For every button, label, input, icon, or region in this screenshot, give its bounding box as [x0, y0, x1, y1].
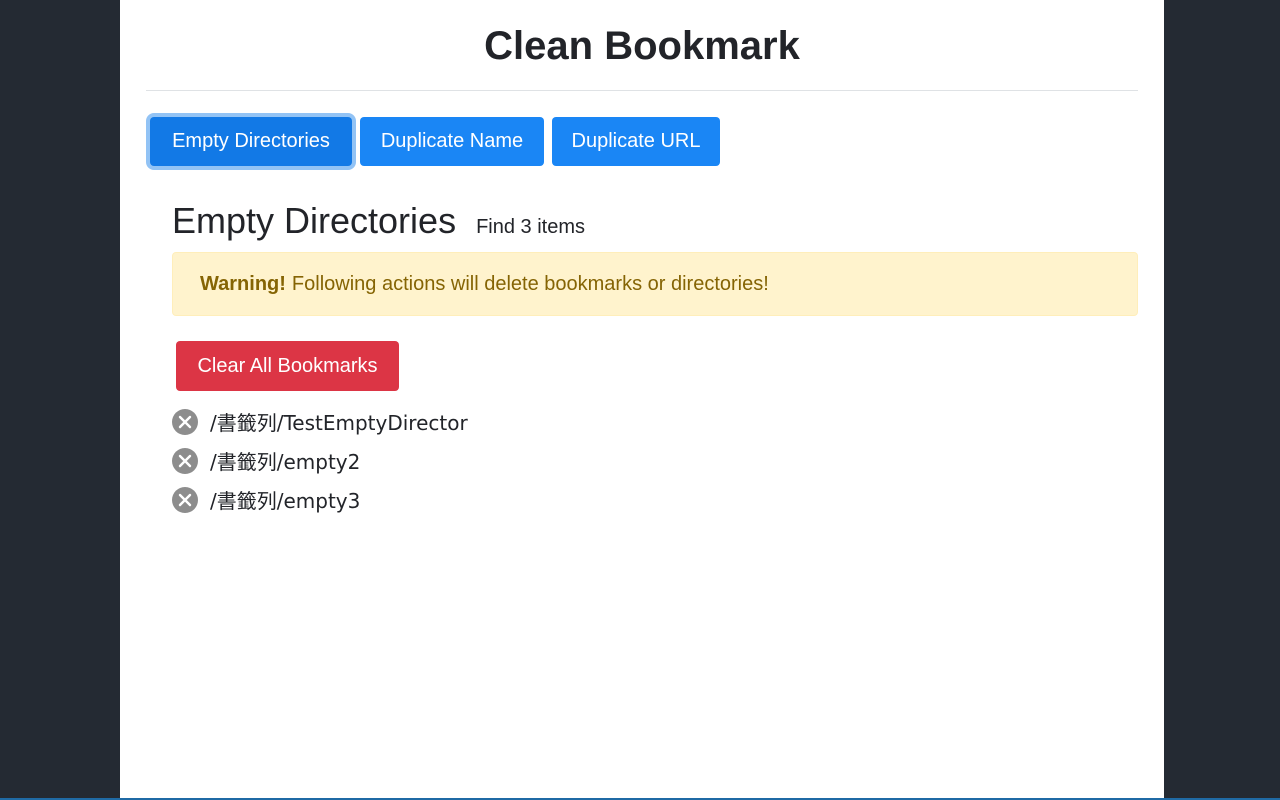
warning-alert: Warning! Following actions will delete b… [172, 252, 1138, 316]
list-item: /書籤列/empty2 [172, 441, 468, 480]
empty-directory-list: /書籤列/TestEmptyDirector /書籤列/empty2 /書籤列/… [172, 402, 468, 519]
list-item: /書籤列/empty3 [172, 480, 468, 519]
tab-duplicate-name[interactable]: Duplicate Name [360, 117, 544, 166]
item-count: Find 3 items [476, 216, 585, 238]
warning-text: Following actions will delete bookmarks … [291, 272, 769, 295]
clear-all-bookmarks-button[interactable]: Clear All Bookmarks [176, 341, 399, 391]
close-circle-icon[interactable] [172, 408, 198, 435]
list-item: /書籤列/TestEmptyDirector [172, 402, 468, 441]
directory-path: /書籤列/TestEmptyDirector [210, 411, 468, 435]
directory-path: /書籤列/empty2 [210, 450, 361, 474]
close-circle-icon[interactable] [172, 447, 198, 474]
close-circle-icon[interactable] [172, 486, 198, 513]
tab-duplicate-url[interactable]: Duplicate URL [552, 117, 720, 166]
tab-empty-directories[interactable]: Empty Directories [150, 117, 352, 166]
warning-label: Warning! [200, 272, 286, 295]
header-divider [146, 90, 1138, 91]
main-panel: Clean Bookmark Empty Directories Duplica… [120, 0, 1164, 798]
directory-path: /書籤列/empty3 [210, 489, 361, 513]
page-title: Clean Bookmark [484, 24, 800, 68]
section-title: Empty Directories [172, 200, 457, 241]
section-header: Empty Directories Find 3 items [172, 200, 585, 242]
